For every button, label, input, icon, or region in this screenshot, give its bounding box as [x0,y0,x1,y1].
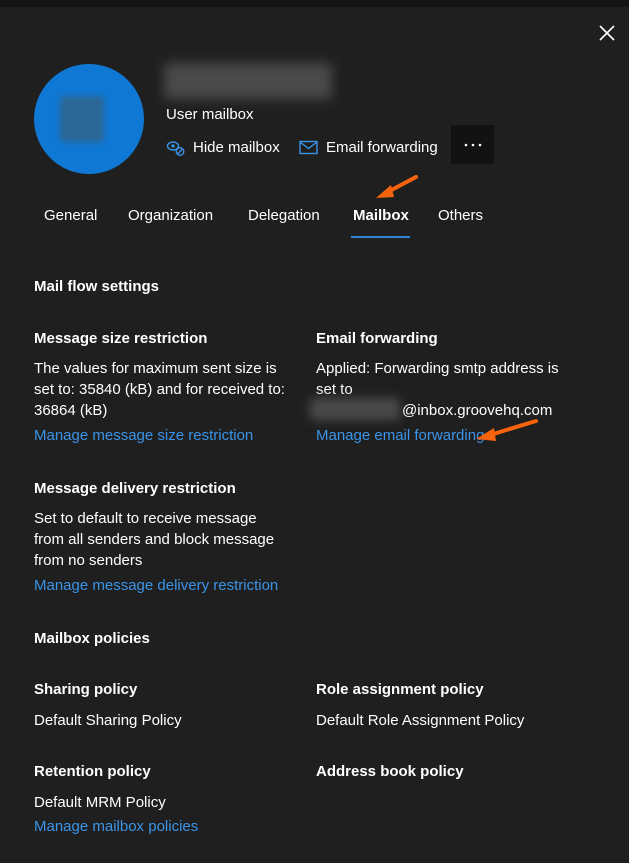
active-tab-indicator [351,236,410,238]
message-delivery-line-1: Set to default to receive message [34,510,257,527]
email-forwarding-heading: Email forwarding [316,330,438,347]
tab-mailbox[interactable]: Mailbox [353,207,409,224]
forwarding-address-redacted [310,398,400,420]
mailbox-policies-title: Mailbox policies [34,630,150,647]
email-forwarding-button[interactable]: Email forwarding [299,136,438,158]
email-forwarding-line-1: Applied: Forwarding smtp address is [316,360,559,377]
message-size-heading: Message size restriction [34,330,208,347]
hide-mailbox-icon [166,140,185,156]
tab-organization[interactable]: Organization [128,207,213,224]
avatar [34,64,144,174]
tab-others[interactable]: Others [438,207,483,224]
avatar-initials-redacted [60,96,104,142]
close-icon[interactable] [596,22,618,44]
manage-email-forwarding-link[interactable]: Manage email forwarding [316,427,484,444]
address-book-policy-heading: Address book policy [316,763,464,780]
mail-flow-settings-title: Mail flow settings [34,278,160,295]
message-size-line-2: set to: 35840 (kB) and for received to: [34,381,285,398]
top-strip [0,0,629,7]
manage-message-size-link[interactable]: Manage message size restriction [34,427,253,444]
mailbox-type-label: User mailbox [166,106,254,123]
hide-mailbox-label: Hide mailbox [193,138,280,156]
tab-delegation[interactable]: Delegation [248,207,320,224]
tab-general[interactable]: General [44,207,97,224]
message-delivery-heading: Message delivery restriction [34,480,236,497]
message-size-line-3: 36864 (kB) [34,402,108,419]
message-delivery-line-3: from no senders [34,552,143,569]
sharing-policy-heading: Sharing policy [34,681,138,698]
role-assignment-policy-heading: Role assignment policy [316,681,484,698]
more-dots-icon [464,143,481,146]
message-size-line-1: The values for maximum sent size is [34,360,277,377]
retention-policy-heading: Retention policy [34,763,151,780]
mail-icon [299,140,318,154]
manage-message-delivery-link[interactable]: Manage message delivery restriction [34,577,278,594]
annotation-arrow-mailbox-tab [376,175,418,198]
more-actions-button[interactable] [451,125,494,164]
email-forwarding-line-2: set to [316,381,353,398]
role-assignment-policy-value: Default Role Assignment Policy [316,712,525,729]
message-delivery-line-2: from all senders and block message [34,531,275,548]
email-forwarding-label: Email forwarding [326,138,438,156]
annotation-arrow-forwarding-link [476,419,538,441]
manage-mailbox-policies-link[interactable]: Manage mailbox policies [34,818,198,835]
display-name-redacted [164,63,332,99]
hide-mailbox-button[interactable]: Hide mailbox [166,136,280,158]
retention-policy-value: Default MRM Policy [34,794,166,811]
sharing-policy-value: Default Sharing Policy [34,712,182,729]
